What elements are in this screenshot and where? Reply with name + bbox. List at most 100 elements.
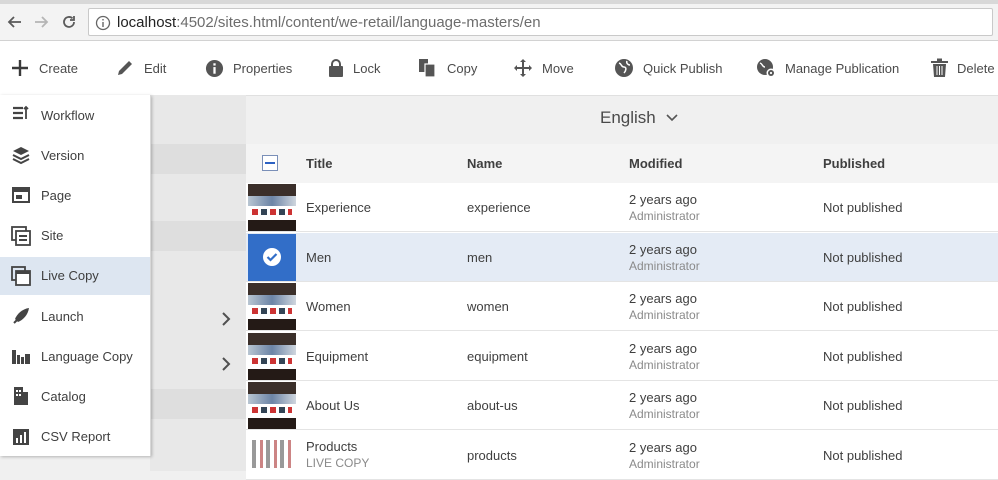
menu-item-label: Language Copy (41, 348, 133, 364)
chevron-right-icon[interactable] (218, 356, 234, 372)
trash-icon (931, 58, 948, 77)
row-name: about-us (467, 398, 518, 413)
row-published: Not published (823, 398, 903, 413)
copy-label: Copy (447, 60, 478, 76)
table-row[interactable]: Experience experience 2 years ago Administr… (246, 183, 998, 232)
create-label: Create (39, 60, 79, 76)
create-menu-item-workflow[interactable]: Workflow (0, 96, 150, 134)
page-thumbnail[interactable] (248, 283, 296, 330)
row-modified: 2 years ago (629, 390, 697, 405)
language-copy-icon (11, 346, 31, 366)
row-title[interactable]: Experience (306, 200, 371, 215)
chevron-right-icon[interactable] (218, 311, 234, 327)
forward-button[interactable] (30, 11, 52, 33)
url-text: localhost:4502/sites.html/content/we-ret… (117, 14, 541, 31)
row-published: Not published (823, 200, 903, 215)
url-path: :4502/sites.html/content/we-retail/langu… (176, 14, 541, 31)
page-thumbnail[interactable] (248, 431, 296, 479)
menu-item-label: Launch (41, 308, 84, 324)
row-modified-by: Administrator (629, 407, 700, 421)
back-button[interactable] (4, 11, 26, 33)
row-modified-by: Administrator (629, 209, 700, 223)
live-copy-icon (11, 265, 31, 286)
chevron-down-icon (666, 114, 678, 122)
pages-table: Title Name Modified Published Experience… (246, 144, 998, 480)
row-title[interactable]: Products (306, 439, 357, 454)
create-menu-item-live-copy[interactable]: Live Copy (0, 256, 150, 295)
quick-publish-label: Quick Publish (643, 60, 723, 76)
row-modified-by: Administrator (629, 456, 700, 471)
row-modified: 2 years ago (629, 291, 697, 306)
page-icon (11, 185, 31, 205)
site-icon (11, 225, 31, 246)
arrow-right-icon (35, 16, 49, 28)
lock-button[interactable]: Lock (328, 41, 380, 95)
browser-toolbar: localhost:4502/sites.html/content/we-ret… (0, 4, 998, 41)
move-icon (514, 59, 532, 77)
pencil-icon (118, 61, 132, 75)
move-button[interactable]: Move (513, 41, 574, 95)
info-circle-icon (205, 59, 224, 77)
edit-label: Edit (144, 60, 167, 76)
delete-button[interactable]: Delete (931, 41, 995, 95)
action-bar: Create Edit Properties Lock Copy Move Qu… (0, 41, 998, 96)
info-icon[interactable] (95, 15, 111, 31)
row-modified-by: Administrator (629, 308, 700, 322)
edit-button[interactable]: Edit (115, 41, 166, 95)
lock-icon (329, 59, 343, 77)
address-bar[interactable]: localhost:4502/sites.html/content/we-ret… (88, 8, 993, 36)
manage-publication-label: Manage Publication (785, 60, 900, 76)
row-title[interactable]: Men (306, 250, 331, 265)
header-title[interactable]: Title (306, 156, 333, 171)
row-modified: 2 years ago (629, 192, 697, 207)
reload-button[interactable] (58, 11, 80, 33)
header-published[interactable]: Published (823, 156, 885, 171)
create-menu-item-page[interactable]: Page (0, 176, 150, 214)
page-thumbnail[interactable] (248, 382, 296, 429)
menu-item-label: Site (41, 228, 64, 244)
page-title[interactable]: English (600, 108, 678, 128)
create-menu-item-version[interactable]: Version (0, 136, 150, 174)
menu-item-label: Workflow (41, 107, 95, 123)
row-title[interactable]: Women (306, 299, 351, 314)
row-title[interactable]: About Us (306, 398, 359, 413)
menu-item-label: CSV Report (41, 429, 111, 445)
lock-label: Lock (353, 60, 381, 76)
csv-report-icon (11, 427, 31, 447)
column-row[interactable] (150, 389, 246, 419)
quick-publish-button[interactable]: Quick Publish (614, 41, 722, 95)
table-row[interactable]: Women women 2 years ago Administrator Not pu… (246, 282, 998, 331)
table-row[interactable]: About Us about-us 2 years ago Administrator… (246, 381, 998, 430)
create-button[interactable]: Create (10, 41, 78, 95)
page-thumbnail[interactable] (248, 332, 296, 380)
thumbnail-selected[interactable] (248, 233, 296, 281)
header-modified[interactable]: Modified (629, 156, 682, 171)
page-thumbnail[interactable] (248, 184, 296, 231)
create-menu-item-launch[interactable]: Launch (0, 297, 150, 335)
url-host: localhost (117, 14, 177, 31)
plus-icon (12, 60, 28, 76)
menu-item-label: Page (41, 187, 72, 203)
delete-label: Delete (957, 60, 995, 76)
create-menu-item-csv-report[interactable]: CSV Report (0, 418, 150, 456)
column-row[interactable] (150, 221, 246, 251)
create-menu-item-catalog[interactable]: Catalog (0, 377, 150, 415)
properties-button[interactable]: Properties (205, 41, 292, 95)
row-published: Not published (823, 299, 903, 314)
table-row[interactable]: Equipment equipment 2 years ago Administrat… (246, 331, 998, 381)
row-name: women (467, 299, 509, 314)
create-menu-item-language-copy[interactable]: Language Copy (0, 337, 150, 375)
header-name[interactable]: Name (467, 156, 502, 171)
table-row[interactable]: Men men 2 years ago Administrator Not publis… (246, 232, 998, 282)
row-title[interactable]: Equipment (306, 349, 368, 364)
menu-item-label: Catalog (41, 388, 86, 404)
row-name: products (467, 447, 517, 463)
manage-publication-button[interactable]: Manage Publication (756, 41, 899, 95)
column-row[interactable] (150, 144, 246, 174)
copy-button[interactable]: Copy (418, 41, 477, 95)
table-row[interactable]: Products LIVE COPY products 2 years ago Admi… (246, 430, 998, 480)
select-all-checkbox[interactable] (262, 155, 278, 171)
create-menu-item-site[interactable]: Site (0, 217, 150, 255)
row-modified: 2 years ago (629, 340, 697, 356)
move-label: Move (542, 60, 574, 76)
